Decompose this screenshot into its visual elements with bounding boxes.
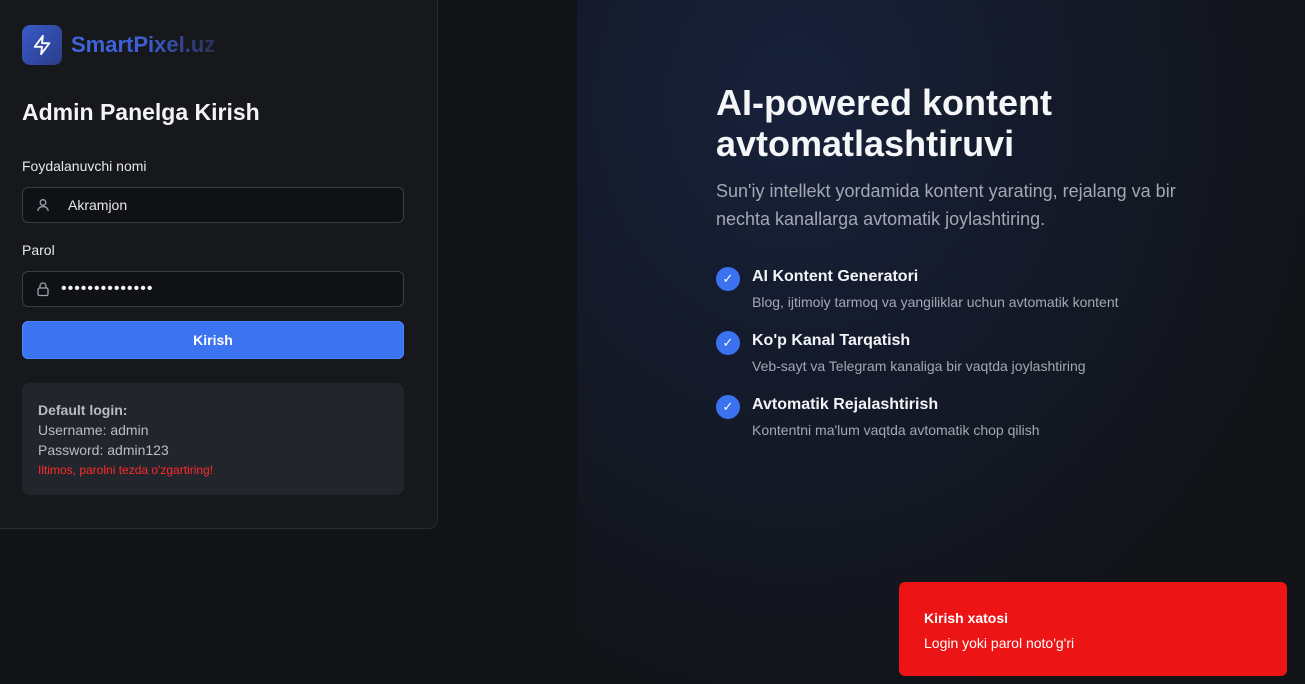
feature-title: Ko'p Kanal Tarqatish [752, 332, 911, 349]
check-icon: ✓ [716, 267, 740, 291]
hint-username: Username: admin [38, 422, 149, 438]
feature-desc: Kontentni ma'lum vaqtda avtomatik chop q… [752, 422, 1040, 438]
password-value: •••••••••••••• [61, 280, 154, 297]
hero-title: AI-powered kontent avtomatlashtiruvi [716, 82, 1053, 164]
toast-message: Login yoki parol noto'g'ri [924, 635, 1075, 651]
feature-item: ✓ AI Kontent Generatori Blog, ijtimoiy t… [716, 266, 1186, 311]
feature-item: ✓ Ko'p Kanal Tarqatish Veb-sayt va Teleg… [716, 330, 1186, 375]
page-title: Admin Panelga Kirish [22, 99, 260, 125]
feature-title: AI Kontent Generatori [752, 268, 919, 285]
feature-title: Avtomatik Rejalashtirish [752, 396, 939, 413]
password-label: Parol [22, 242, 55, 258]
feature-desc: Blog, ijtimoiy tarmoq va yangiliklar uch… [752, 294, 1119, 310]
brand-name: SmartPixel.uz [71, 32, 216, 57]
login-button[interactable]: Kirish [22, 321, 404, 359]
hint-password: Password: admin123 [38, 442, 169, 458]
login-page: SmartPixel.uz Admin Panelga Kirish Foyda… [0, 0, 1305, 684]
login-card: SmartPixel.uz Admin Panelga Kirish Foyda… [0, 0, 438, 529]
hero-subtitle: Sun'iy intellekt yordamida kontent yarat… [716, 181, 1176, 229]
user-icon [35, 197, 51, 213]
username-value: Akramjon [68, 197, 128, 213]
brand[interactable]: SmartPixel.uz [22, 25, 215, 65]
check-icon: ✓ [716, 395, 740, 419]
toast-title: Kirish xatosi [924, 610, 1009, 626]
check-icon: ✓ [716, 331, 740, 355]
lock-icon [35, 281, 51, 297]
default-login-hint: Default login: Username: admin Password:… [22, 383, 404, 495]
password-field[interactable]: •••••••••••••• [22, 271, 404, 307]
username-field[interactable]: Akramjon [22, 187, 404, 223]
error-toast[interactable]: Kirish xatosi Login yoki parol noto'g'ri [899, 582, 1287, 676]
feature-desc: Veb-sayt va Telegram kanaliga bir vaqtda… [752, 358, 1086, 374]
username-label: Foydalanuvchi nomi [22, 158, 147, 174]
lightning-icon [22, 25, 62, 65]
hint-warning: Iltimos, parolni tezda o'zgartiring! [38, 463, 214, 477]
feature-item: ✓ Avtomatik Rejalashtirish Kontentni ma'… [716, 394, 1186, 439]
hint-title: Default login: [38, 402, 128, 418]
